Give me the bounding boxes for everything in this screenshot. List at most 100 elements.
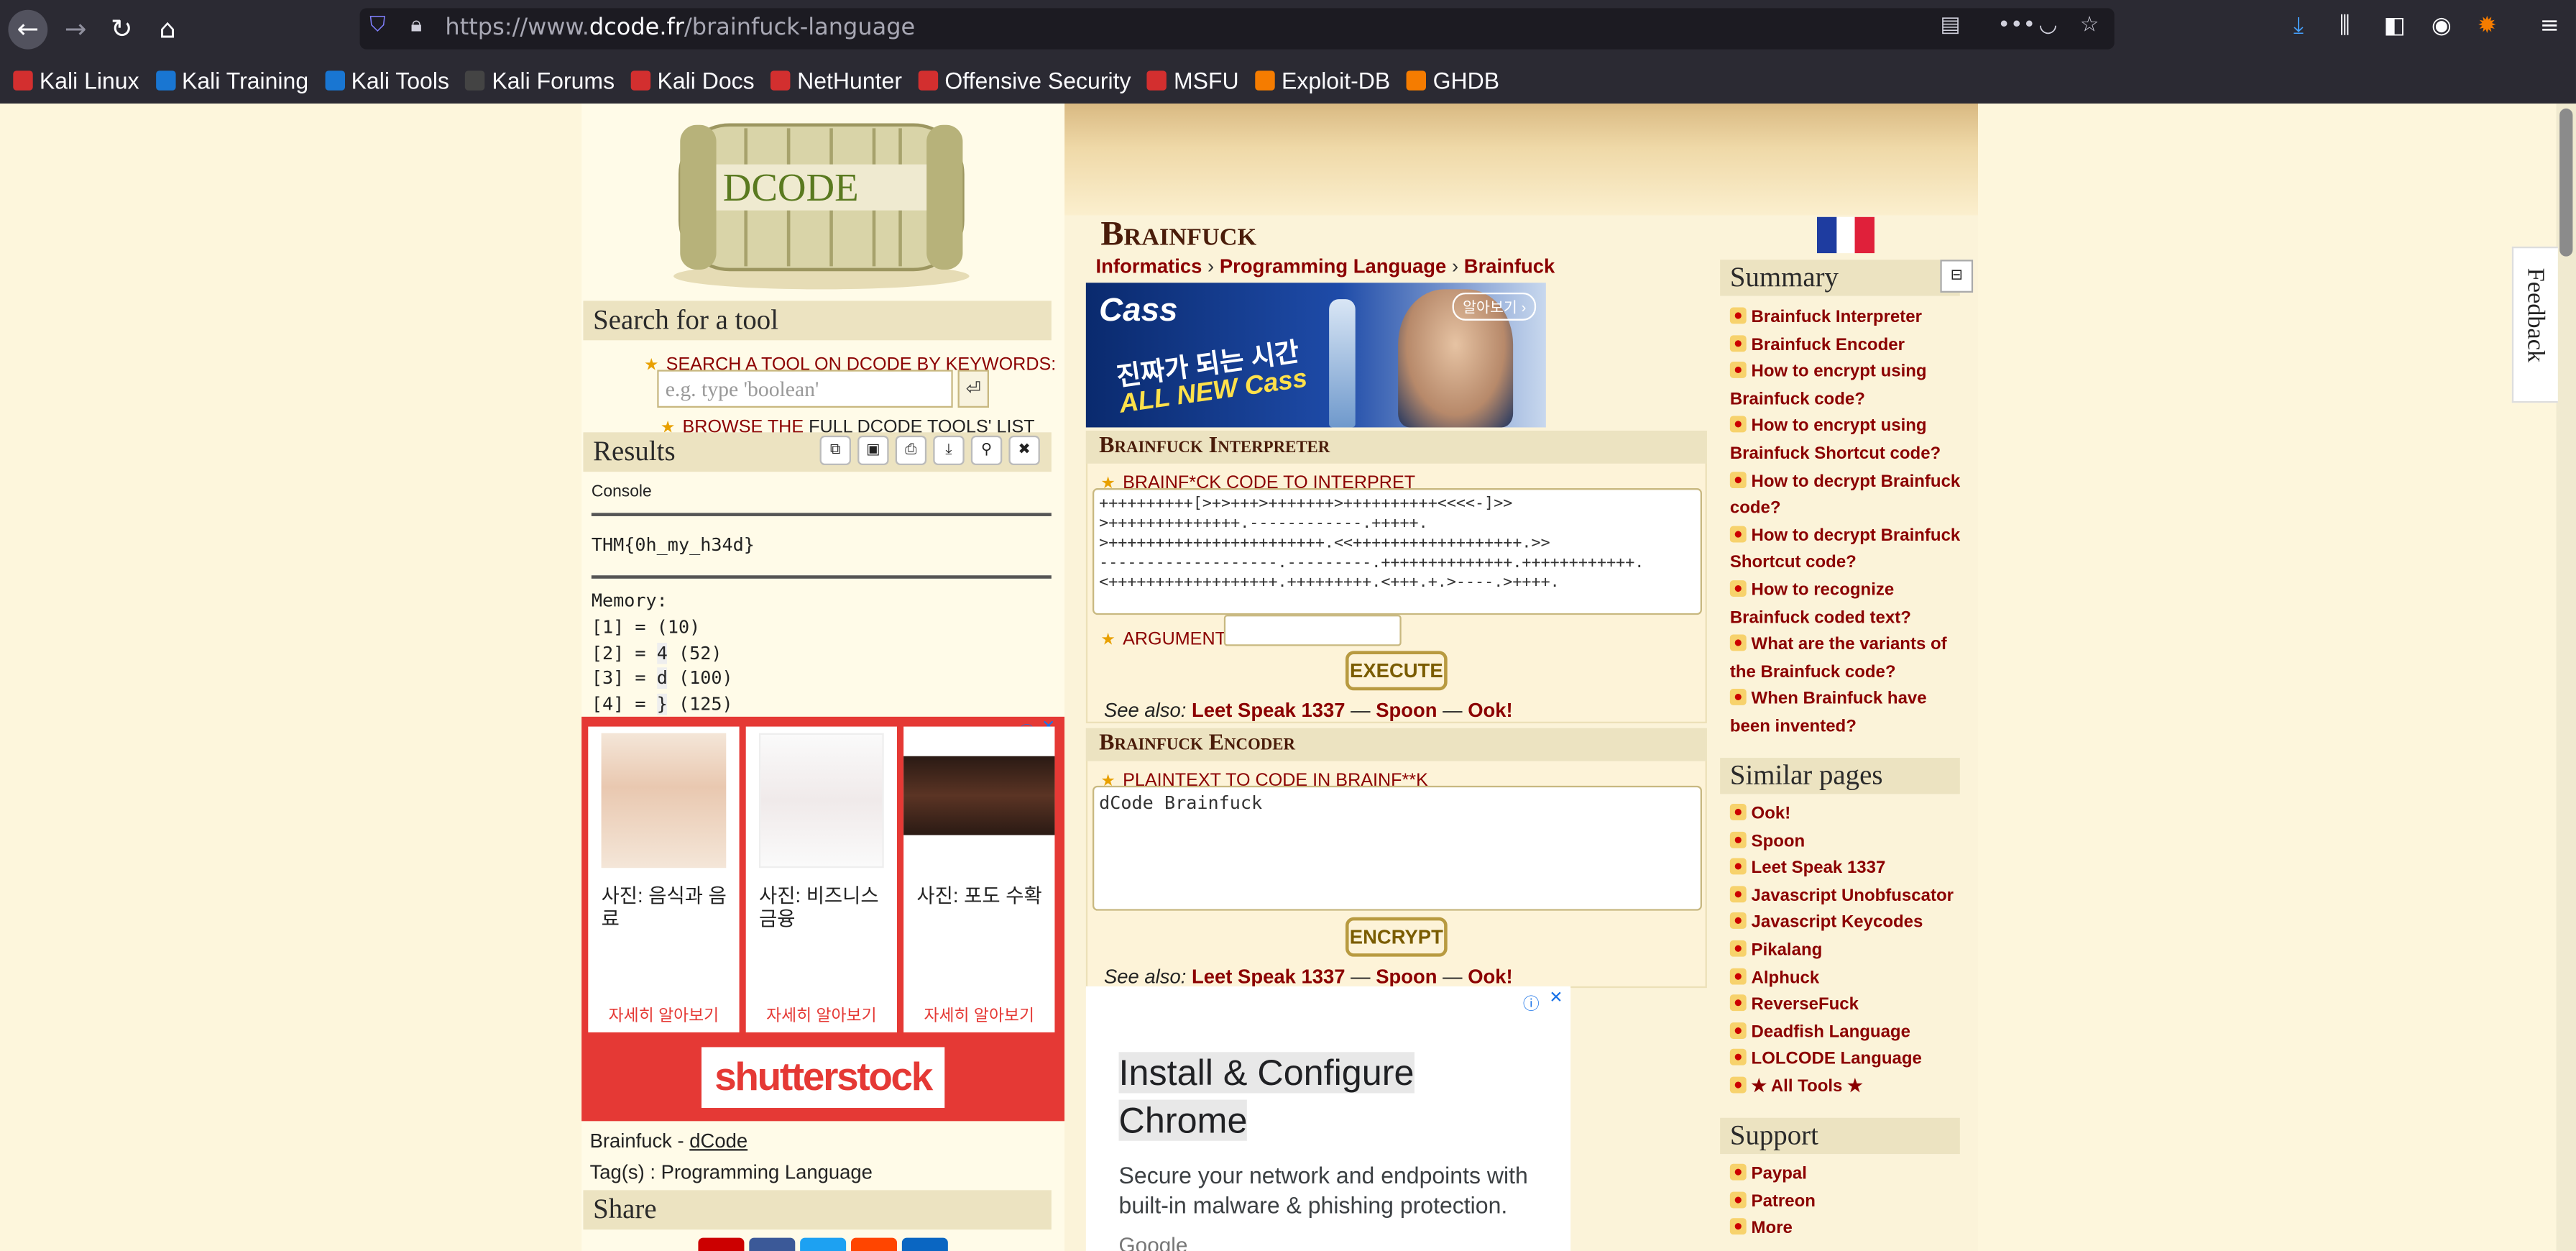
cass-ad-banner[interactable]: Cass 진짜가 되는 시간 ALL NEW Cass 알아보기 › (1085, 283, 1546, 428)
pinterest-share-icon[interactable] (698, 1237, 745, 1251)
bookmark-exploit-db[interactable]: Exploit-DB (1255, 65, 1390, 95)
breadcrumb-informatics[interactable]: Informatics (1096, 255, 1202, 278)
print-icon[interactable]: ⎙ (895, 435, 927, 466)
summary-item[interactable]: How to decrypt Brainfuck code? (1729, 468, 1965, 523)
lock-icon[interactable]: 🔒︎ (410, 13, 422, 37)
similar-item[interactable]: Pikalang (1729, 937, 1965, 964)
download-result-icon[interactable]: ⤓ (933, 435, 965, 466)
summary-item[interactable]: When Brainfuck have been invented? (1729, 686, 1965, 741)
bookmark-star-icon[interactable]: ☆ (2080, 13, 2099, 37)
google-ad[interactable]: ⓘ ✕ Install & Configure Chrome Secure you… (1085, 986, 1571, 1251)
similar-item[interactable]: Javascript Keycodes (1729, 909, 1965, 937)
dcode-logo[interactable]: DCODE (631, 111, 1012, 295)
support-item[interactable]: Paypal (1729, 1160, 1965, 1188)
similar-item[interactable]: ★ All Tools ★ (1729, 1073, 1965, 1101)
feedback-tab[interactable]: Feedback (2511, 246, 2558, 403)
reader-view-icon[interactable]: ▤ (1940, 13, 1960, 37)
argument-input[interactable] (1223, 615, 1402, 646)
similar-pages-header: Similar pages (1720, 758, 1960, 794)
save-icon[interactable]: ▣ (857, 435, 889, 466)
ad-card[interactable]: 사진: 비즈니스 금융 자세히 알아보기 (745, 726, 897, 1032)
url-text[interactable]: https://www.dcode.fr/brainfuck-language (445, 15, 915, 42)
support-item[interactable]: More (1729, 1215, 1965, 1242)
similar-item[interactable]: Spoon (1729, 828, 1965, 855)
scrollbar[interactable] (2556, 104, 2576, 1251)
ad-headline[interactable]: Install & Configure Chrome (1118, 1049, 1414, 1145)
more-actions-icon[interactable]: ••• (1997, 13, 2036, 37)
scrollbar-thumb[interactable] (2559, 108, 2573, 257)
french-flag-icon[interactable] (1816, 216, 1875, 254)
execute-button[interactable]: EXECUTE (1345, 651, 1448, 691)
search-input[interactable]: e.g. type 'boolean' (657, 370, 953, 408)
url-bar[interactable]: ⛉ 🔒︎ https://www.dcode.fr/brainfuck-lang… (359, 8, 2115, 50)
similar-item[interactable]: Javascript Unobfuscator (1729, 882, 1965, 909)
ad-close-icon[interactable]: ✕ (1549, 989, 1563, 1007)
pocket-icon[interactable]: ◡ (2039, 13, 2058, 37)
ad-card[interactable]: 사진: 포도 수확 자세히 알아보기 (903, 726, 1055, 1032)
download-icon[interactable]: ⤓ (2294, 13, 2304, 40)
summary-item[interactable]: How to encrypt using Brainfuck Shortcut … (1729, 413, 1965, 468)
summary-item[interactable]: Brainfuck Encoder (1729, 331, 1965, 359)
sidebar-icon[interactable]: ◧ (2384, 13, 2406, 40)
encrypt-button[interactable]: ENCRYPT (1345, 917, 1448, 957)
shutterstock-logo[interactable]: shutterstock (701, 1047, 945, 1109)
link-leet-speak[interactable]: Leet Speak 1337 (1192, 965, 1345, 988)
extension-icon[interactable]: ✹ (2478, 13, 2497, 40)
bookmark-kali-tools[interactable]: Kali Tools (324, 65, 449, 95)
link-spoon[interactable]: Spoon (1376, 965, 1437, 988)
plaintext-textarea[interactable]: dCode Brainfuck (1092, 785, 1702, 911)
link-spoon[interactable]: Spoon (1376, 699, 1437, 722)
collapse-icon[interactable]: ⊟ (1940, 260, 1974, 293)
see-also-interpreter: See also: Leet Speak 1337 — Spoon — Ook! (1103, 698, 1513, 722)
bookmark-kali-forums[interactable]: Kali Forums (465, 65, 615, 95)
copy-icon[interactable]: ⧉ (819, 435, 851, 466)
link-ook[interactable]: Ook! (1468, 699, 1512, 722)
facebook-share-icon[interactable] (749, 1237, 796, 1251)
summary-item[interactable]: How to decrypt Brainfuck Shortcut code? (1729, 523, 1965, 577)
summary-item[interactable]: How to encrypt using Brainfuck code? (1729, 359, 1965, 413)
link-leet-speak[interactable]: Leet Speak 1337 (1192, 699, 1345, 722)
argument-label: ★ ARGUMENT (1100, 629, 1226, 650)
similar-item[interactable]: LOLCODE Language (1729, 1046, 1965, 1073)
summary-item[interactable]: Brainfuck Interpreter (1729, 304, 1965, 331)
bookmark-kali-docs[interactable]: Kali Docs (630, 65, 755, 95)
bullet-icon (1729, 579, 1747, 597)
enter-icon[interactable]: ⏎ (957, 370, 989, 408)
memory-list: [1] = (10) [2] = 4 (52) [3] = d (100) [4… (592, 615, 733, 718)
more-share-icon[interactable] (901, 1237, 948, 1251)
breadcrumb-programming-language[interactable]: Programming Language (1220, 255, 1446, 278)
back-arrow-icon[interactable]: ← (8, 9, 48, 50)
shield-icon[interactable]: ⛉ (369, 13, 385, 37)
bookmark-ghdb[interactable]: GHDB (1407, 65, 1499, 95)
home-icon[interactable]: ⌂ (148, 10, 188, 50)
forward-arrow-icon[interactable]: → (56, 10, 96, 50)
summary-item[interactable]: What are the variants of the Brainfuck c… (1729, 631, 1965, 686)
bookmark-msfu[interactable]: MSFU (1147, 65, 1239, 95)
bookmark-nethunter[interactable]: NetHunter (770, 65, 902, 95)
menu-icon[interactable]: ≡ (2540, 13, 2559, 40)
ad-info-icon[interactable]: ⓘ (1523, 989, 1540, 1014)
support-item[interactable]: Patreon (1729, 1188, 1965, 1215)
ad-card[interactable]: 사진: 음식과 음료 자세히 알아보기 (588, 726, 740, 1032)
close-icon[interactable]: ✖ (1008, 435, 1040, 466)
breadcrumb-brainfuck[interactable]: Brainfuck (1464, 255, 1555, 278)
memory-row: [1] = (10) (591, 616, 701, 638)
similar-item[interactable]: Ook! (1729, 800, 1965, 828)
reload-icon[interactable]: ↻ (102, 10, 142, 50)
similar-item[interactable]: Deadfish Language (1729, 1019, 1965, 1046)
bookmark-kali-linux[interactable]: Kali Linux (13, 65, 139, 95)
summary-item[interactable]: How to recognize Brainfuck coded text? (1729, 577, 1965, 631)
library-icon[interactable]: ⫼ (2340, 13, 2350, 40)
bookmark-kali-training[interactable]: Kali Training (155, 65, 308, 95)
dcode-link[interactable]: dCode (689, 1129, 748, 1153)
link-ook[interactable]: Ook! (1468, 965, 1512, 988)
similar-item[interactable]: ReverseFuck (1729, 991, 1965, 1019)
similar-item[interactable]: Alphuck (1729, 964, 1965, 991)
pin-icon[interactable]: ⚲ (970, 435, 1003, 466)
similar-item[interactable]: Leet Speak 1337 (1729, 855, 1965, 882)
brainfuck-code-textarea[interactable]: ++++++++++[>+>+++>+++++++>++++++++++<<<<… (1092, 488, 1702, 615)
twitter-share-icon[interactable] (800, 1237, 847, 1251)
account-icon[interactable]: ◉ (2432, 13, 2452, 40)
reddit-share-icon[interactable] (850, 1237, 897, 1251)
bookmark-offensive-security[interactable]: Offensive Security (918, 65, 1131, 95)
